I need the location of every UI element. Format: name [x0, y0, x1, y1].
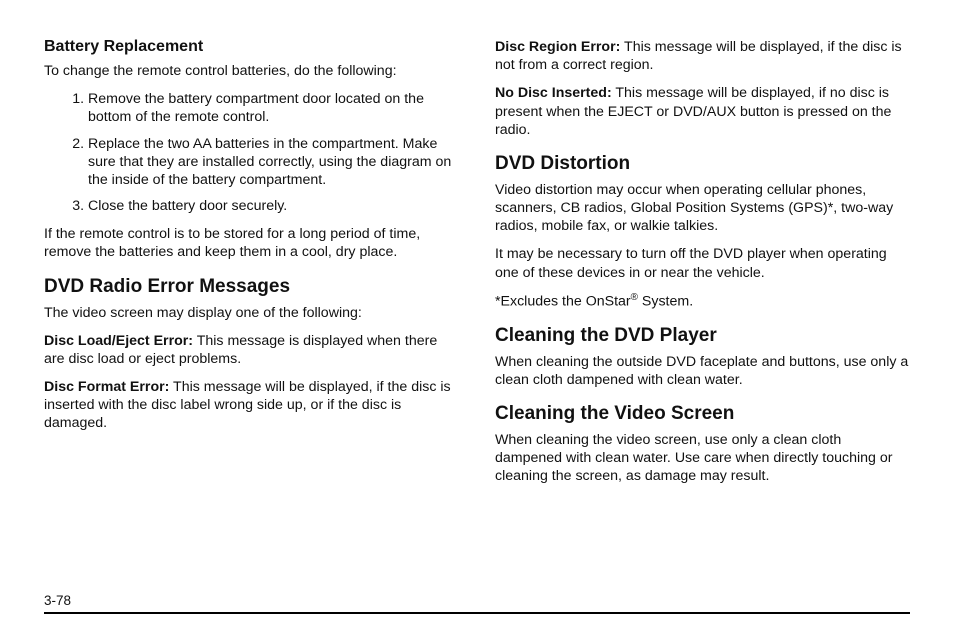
error-item: No Disc Inserted: This message will be d… — [495, 84, 910, 139]
battery-step: Remove the battery compartment door loca… — [88, 90, 459, 126]
heading-cleaning-dvd-player: Cleaning the DVD Player — [495, 325, 910, 347]
heading-dvd-radio-error-messages: DVD Radio Error Messages — [44, 276, 459, 298]
footer-rule — [44, 612, 910, 614]
distortion-note: *Excludes the OnStar® System. — [495, 292, 910, 311]
error-item: Disc Load/Eject Error: This message is d… — [44, 332, 459, 368]
error-lead: Disc Format Error: — [44, 379, 169, 395]
error-item: Disc Format Error: This message will be … — [44, 378, 459, 433]
error-lead: Disc Load/Eject Error: — [44, 333, 193, 349]
manual-page: Battery Replacement To change the remote… — [0, 0, 954, 636]
distortion-note-prefix: *Excludes the OnStar — [495, 293, 631, 309]
left-column: Battery Replacement To change the remote… — [44, 38, 459, 495]
registered-trademark-icon: ® — [631, 292, 638, 303]
battery-outro: If the remote control is to be stored fo… — [44, 225, 459, 261]
two-column-layout: Battery Replacement To change the remote… — [44, 38, 910, 495]
clean-player-text: When cleaning the outside DVD faceplate … — [495, 353, 910, 389]
battery-steps-list: Remove the battery compartment door loca… — [44, 90, 459, 215]
error-item: Disc Region Error: This message will be … — [495, 38, 910, 74]
heading-dvd-distortion: DVD Distortion — [495, 153, 910, 175]
page-footer: 3-78 — [44, 611, 910, 614]
right-column: Disc Region Error: This message will be … — [495, 38, 910, 495]
distortion-paragraph: It may be necessary to turn off the DVD … — [495, 245, 910, 281]
battery-intro: To change the remote control batteries, … — [44, 62, 459, 80]
clean-screen-text: When cleaning the video screen, use only… — [495, 431, 910, 486]
battery-step: Close the battery door securely. — [88, 197, 459, 215]
battery-step: Replace the two AA batteries in the comp… — [88, 135, 459, 190]
distortion-note-suffix: System. — [638, 293, 693, 309]
error-lead: No Disc Inserted: — [495, 85, 612, 101]
heading-cleaning-video-screen: Cleaning the Video Screen — [495, 403, 910, 425]
errors-intro: The video screen may display one of the … — [44, 304, 459, 322]
page-number: 3-78 — [44, 593, 910, 608]
heading-battery-replacement: Battery Replacement — [44, 38, 459, 56]
distortion-paragraph: Video distortion may occur when operatin… — [495, 181, 910, 236]
error-lead: Disc Region Error: — [495, 39, 620, 55]
